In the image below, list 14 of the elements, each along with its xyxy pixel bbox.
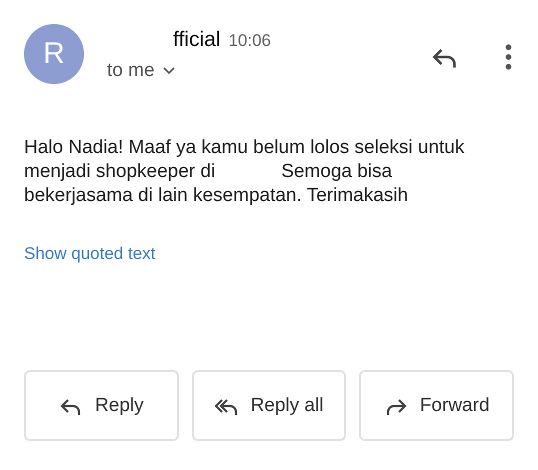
message-text: Semoga bisa <box>281 160 392 184</box>
reply-button[interactable]: Reply <box>24 370 179 441</box>
avatar: R <box>24 24 84 84</box>
chevron-down-icon <box>162 67 175 75</box>
more-options-button[interactable] <box>505 44 512 70</box>
sender-name: fficial <box>173 28 220 52</box>
forward-button[interactable]: Forward <box>359 370 514 441</box>
message-text: Halo Nadia! Maaf ya kamu belum lolos seleksi untuk <box>24 136 464 160</box>
message-text: menjadi shopkeeper di <box>24 160 216 184</box>
show-quoted-link[interactable]: Show quoted text <box>24 244 156 264</box>
recipient-toggle[interactable]: to me <box>107 60 175 82</box>
message-text: bekerjasama di lain kesempatan. Terimakasih <box>24 184 408 208</box>
message-time: 10:06 <box>228 31 272 51</box>
reply-all-button[interactable]: Reply all <box>192 370 346 441</box>
